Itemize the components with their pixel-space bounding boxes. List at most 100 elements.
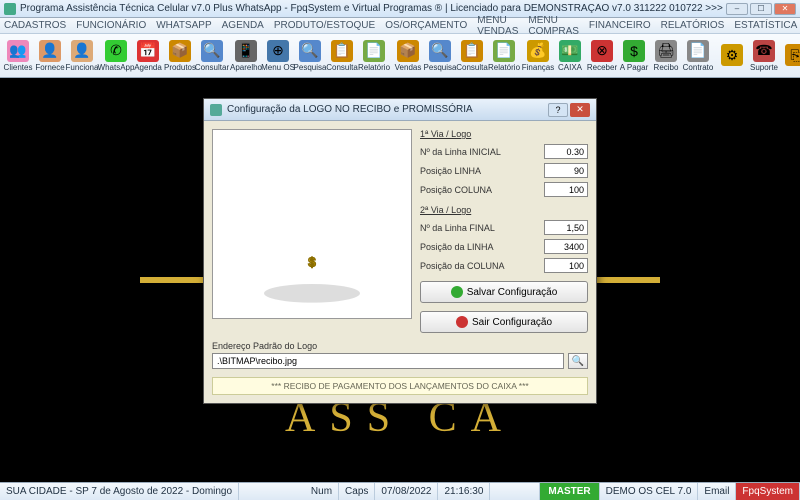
config-fields: 1ª Via / Logo Nº da Linha INICIAL Posiçã… (420, 129, 588, 333)
Fornece-icon: 👤 (39, 40, 61, 62)
f6-label: Posição da COLUNA (420, 261, 505, 271)
dialog-help-button[interactable]: ? (548, 103, 568, 117)
Relatório-icon: 📄 (493, 40, 515, 62)
status-caps: Caps (339, 483, 375, 500)
menu-estatística[interactable]: ESTATÍSTICA (734, 20, 797, 31)
logo-path-input[interactable] (212, 353, 564, 369)
menu-relatórios[interactable]: RELATÓRIOS (661, 20, 725, 31)
path-label: Endereço Padrão do Logo (212, 341, 588, 351)
tool-icon: ⎘ (785, 44, 800, 66)
CAIXA-icon: 💵 (559, 40, 581, 62)
Receber-icon: ⊗ (591, 40, 613, 62)
toolbar-a pagar[interactable]: $A Pagar (618, 38, 650, 74)
Pesquisa-icon: 🔍 (429, 40, 451, 62)
toolbar-caixa[interactable]: 💵CAIXA (554, 38, 586, 74)
logo-preview: $ (212, 129, 412, 319)
Relatório-icon: 📄 (363, 40, 385, 62)
menu-bar: CADASTROS FUNCIONÁRIO WHATSAPP AGENDA PRODUT… (0, 18, 800, 34)
dialog-close-button[interactable]: ✕ (570, 103, 590, 117)
toolbar-finanças[interactable]: 💰Finanças (522, 38, 554, 74)
toolbar-pesquisa[interactable]: 🔍Pesquisa (424, 38, 456, 74)
menu-os/orçamento[interactable]: OS/ORÇAMENTO (385, 20, 467, 31)
menu-funcionário[interactable]: FUNCIONÁRIO (76, 20, 146, 31)
menu-whatsapp[interactable]: WHATSAPP (156, 20, 211, 31)
browse-button[interactable]: 🔍 (568, 353, 588, 369)
toolbar-produtos[interactable]: 📦Produtos (164, 38, 196, 74)
status-date: 07/08/2022 (375, 483, 438, 500)
toolbar-whatsapp[interactable]: ✆WhatsApp (100, 38, 132, 74)
toolbar-fornece[interactable]: 👤Fornece (34, 38, 66, 74)
close-button[interactable]: ✕ (774, 3, 796, 15)
toolbar-consultar[interactable]: 🔍Consultar (196, 38, 228, 74)
toolbar-relatório[interactable]: 📄Relatório (488, 38, 520, 74)
status-master: MASTER (540, 483, 599, 500)
window-titlebar: Programa Assistência Técnica Celular v7.… (0, 0, 800, 18)
Consultar-icon: 🔍 (201, 40, 223, 62)
f4-label: Nº da Linha FINAL (420, 223, 495, 233)
toolbar-recibo[interactable]: 🖨Recibo (650, 38, 682, 74)
group2-header: 2ª Via / Logo (420, 205, 588, 215)
posicao-coluna2-input[interactable] (544, 258, 588, 273)
minimize-button[interactable]: – (726, 3, 748, 15)
menu-menu vendas[interactable]: MENU VENDAS (477, 15, 518, 37)
dialog-footer-note: *** RECIBO DE PAGAMENTO DOS LANÇAMENTOS … (212, 377, 588, 395)
toolbar-menu os[interactable]: ⊕Menu OS (262, 38, 294, 74)
Suporte-icon: ☎ (753, 40, 775, 62)
Contrato-icon: 📄 (687, 40, 709, 62)
Produtos-icon: 📦 (169, 40, 191, 62)
Agenda-icon: 📅 (137, 40, 159, 62)
f1-label: Nº da Linha INICIAL (420, 147, 501, 157)
save-config-button[interactable]: Salvar Configuração (420, 281, 588, 303)
Menu OS-icon: ⊕ (267, 40, 289, 62)
exit-config-button[interactable]: Sair Configuração (420, 311, 588, 333)
A Pagar-icon: $ (623, 40, 645, 62)
Pesquisa-icon: 🔍 (299, 40, 321, 62)
status-bar: SUA CIDADE - SP 7 de Agosto de 2022 - Do… (0, 482, 800, 500)
maximize-button[interactable]: ☐ (750, 3, 772, 15)
Clientes-icon: 👥 (7, 40, 29, 62)
toolbar-pesquisa[interactable]: 🔍Pesquisa (294, 38, 326, 74)
toolbar-relatório[interactable]: 📄Relatório (358, 38, 390, 74)
status-demo: DEMO OS CEL 7.0 (600, 483, 699, 500)
menu-agenda[interactable]: AGENDA (222, 20, 264, 31)
f5-label: Posição da LINHA (420, 242, 494, 252)
toolbar-consulta[interactable]: 📋Consulta (456, 38, 488, 74)
logo-path-section: Endereço Padrão do Logo 🔍 (204, 341, 596, 373)
toolbar-clientes[interactable]: 👥Clientes (2, 38, 34, 74)
dialog-title: Configuração da LOGO NO RECIBO e PROMISS… (227, 104, 548, 115)
f3-label: Posição COLUNA (420, 185, 492, 195)
status-email[interactable]: Email (698, 483, 736, 500)
linha-inicial-input[interactable] (544, 144, 588, 159)
posicao-linha1-input[interactable] (544, 163, 588, 178)
toolbar-btn22[interactable]: ⚙ (716, 42, 748, 69)
toolbar-receber[interactable]: ⊗Receber (586, 38, 618, 74)
dialog-titlebar: Configuração da LOGO NO RECIBO e PROMISS… (204, 99, 596, 121)
toolbar-vendas[interactable]: 📦Vendas (392, 38, 424, 74)
toolbar-contrato[interactable]: 📄Contrato (682, 38, 714, 74)
tool-icon: ⚙ (721, 44, 743, 66)
window-title: Programa Assistência Técnica Celular v7.… (20, 3, 726, 14)
posicao-linha2-input[interactable] (544, 239, 588, 254)
Aparelho-icon: 📱 (235, 40, 257, 62)
toolbar-consulta[interactable]: 📋Consulta (326, 38, 358, 74)
search-icon: 🔍 (572, 356, 584, 367)
WhatsApp-icon: ✆ (105, 40, 127, 62)
menu-cadastros[interactable]: CADASTROS (4, 20, 66, 31)
Finanças-icon: 💰 (527, 40, 549, 62)
toolbar-suporte[interactable]: ☎Suporte (748, 38, 780, 74)
linha-final-input[interactable] (544, 220, 588, 235)
toolbar-btn24[interactable]: ⎘ (780, 42, 800, 69)
Funciona-icon: 👤 (71, 40, 93, 62)
status-gap (490, 483, 540, 500)
toolbar-funciona[interactable]: 👤Funciona (66, 38, 98, 74)
menu-produto/estoque[interactable]: PRODUTO/ESTOQUE (274, 20, 375, 31)
status-city: SUA CIDADE - SP 7 de Agosto de 2022 - Do… (0, 483, 239, 500)
menu-financeiro[interactable]: FINANCEIRO (589, 20, 651, 31)
posicao-coluna1-input[interactable] (544, 182, 588, 197)
toolbar-aparelho[interactable]: 📱Aparelho (230, 38, 262, 74)
Vendas-icon: 📦 (397, 40, 419, 62)
toolbar-agenda[interactable]: 📅Agenda (132, 38, 164, 74)
status-fpq[interactable]: FpqSystem (736, 483, 800, 500)
status-num: Num (305, 483, 339, 500)
menu-menu compras[interactable]: MENU COMPRAS (528, 15, 579, 37)
